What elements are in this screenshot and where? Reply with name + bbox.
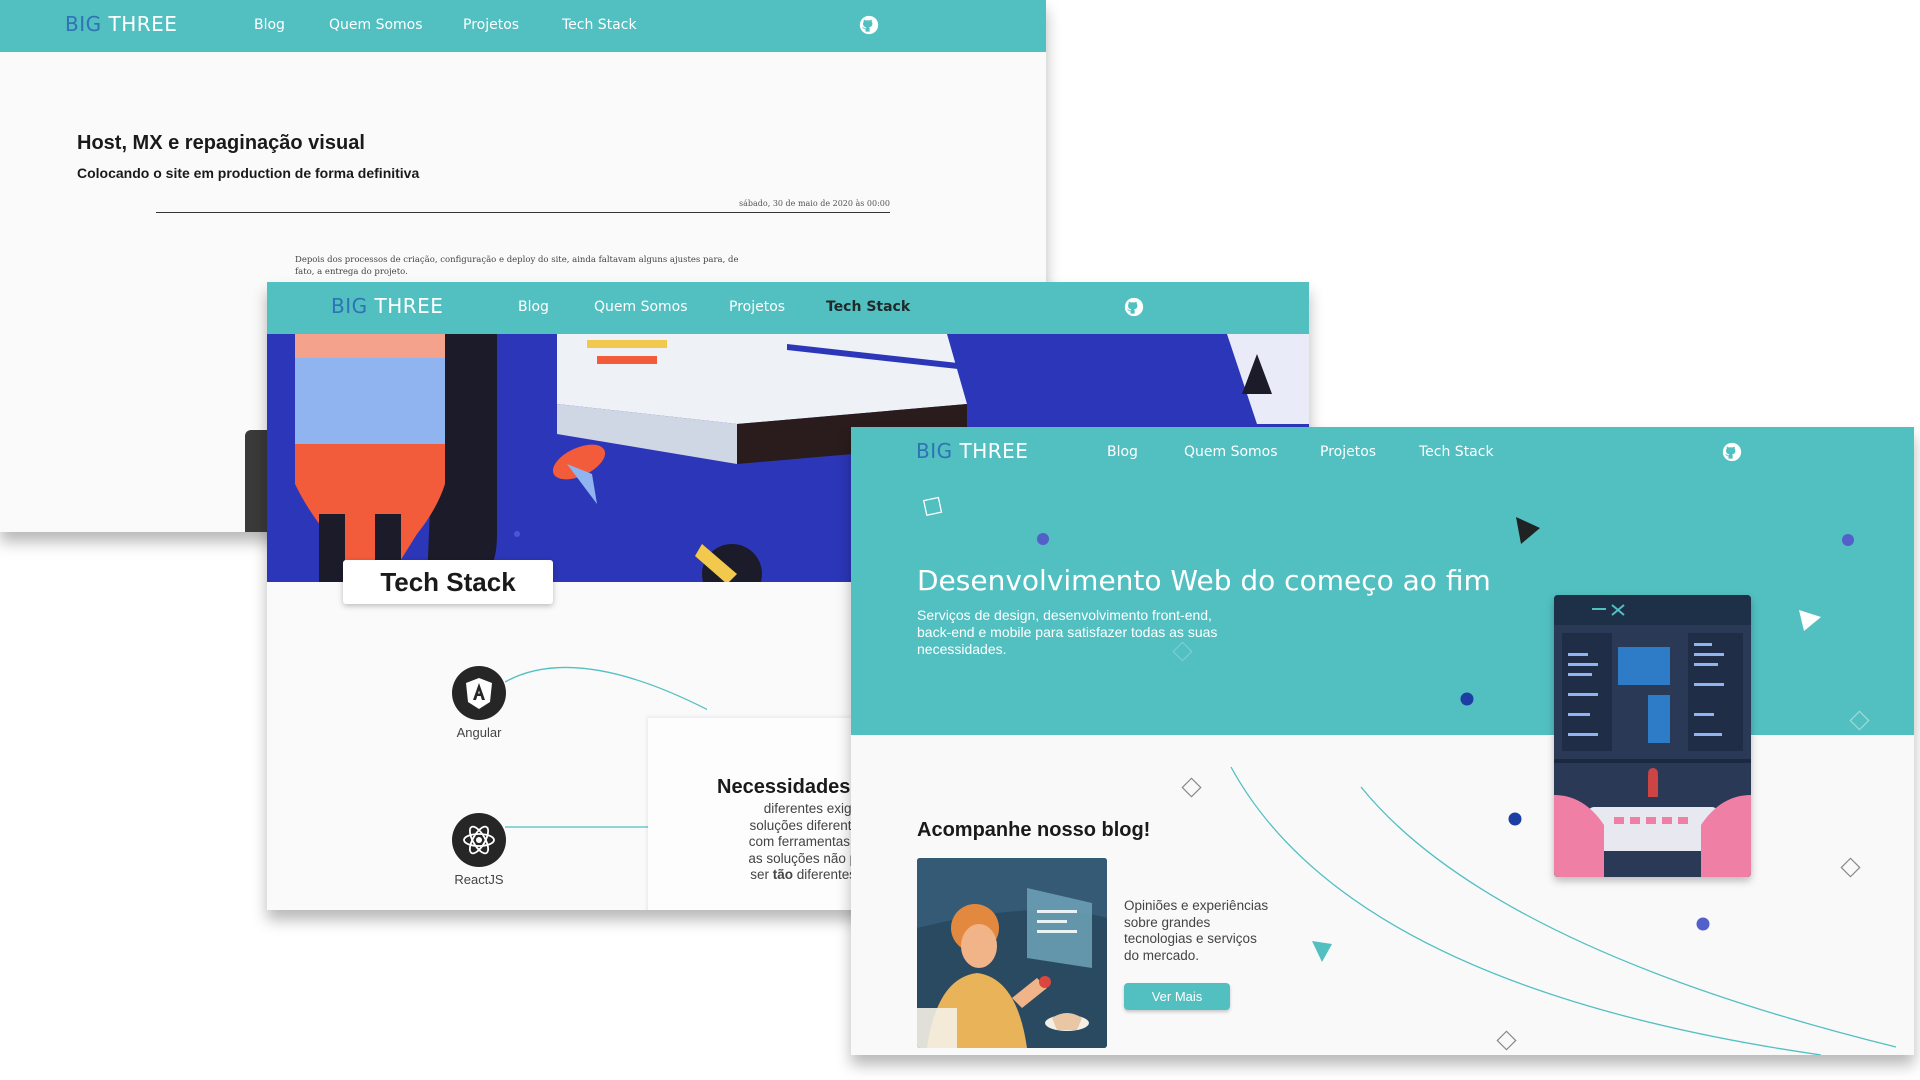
logo-big: BIG <box>331 294 368 318</box>
home-window: BIG THREE Blog Quem Somos Projetos Tech … <box>851 427 1914 1055</box>
nav-tech-stack[interactable]: Tech Stack <box>562 17 637 33</box>
nav-about[interactable]: Quem Somos <box>594 299 688 315</box>
divider <box>156 212 890 213</box>
logo[interactable]: BIG THREE <box>65 12 177 36</box>
react-icon <box>452 813 506 867</box>
post-subtitle: Colocando o site em production de forma … <box>77 165 420 181</box>
post-title: Host, MX e repaginação visual <box>77 132 365 154</box>
logo-three: THREE <box>108 12 178 36</box>
nav-blog[interactable]: Blog <box>518 299 549 315</box>
tech-stack-label: Tech Stack <box>343 560 553 604</box>
tech-label-angular: Angular <box>456 725 502 740</box>
navbar: BIG THREE Blog Quem Somos Projetos Tech … <box>0 0 1046 52</box>
blog-illustration[interactable] <box>917 858 1107 1048</box>
hero-headline: Desenvolvimento Web do começo ao fim <box>917 564 1491 597</box>
nav-blog[interactable]: Blog <box>254 17 285 33</box>
post-body: Depois dos processos de criação, configu… <box>295 255 739 277</box>
github-icon[interactable] <box>1123 296 1145 318</box>
card-text-bold: tão <box>772 867 793 882</box>
post-date: sábado, 30 de maio de 2020 às 00:00 <box>739 199 890 208</box>
nav-about[interactable]: Quem Somos <box>329 17 423 33</box>
device-illustration <box>1554 595 1751 877</box>
hero-subheadline: Serviços de design, desenvolvimento fron… <box>917 607 1218 657</box>
tech-label-react: ReactJS <box>454 872 504 887</box>
see-more-button[interactable]: Ver Mais <box>1124 983 1230 1010</box>
card-title: Necessidades <box>717 776 851 798</box>
card-text-fragment: ser <box>750 867 773 882</box>
navbar: BIG THREE Blog Quem Somos Projetos Tech … <box>267 282 1309 334</box>
nav-projects[interactable]: Projetos <box>463 17 519 33</box>
github-icon[interactable] <box>858 14 880 36</box>
logo-big: BIG <box>65 12 102 36</box>
blog-description: Opiniões e experiências sobre grandes te… <box>1124 898 1269 963</box>
logo[interactable]: BIG THREE <box>331 294 443 318</box>
nav-tech-stack[interactable]: Tech Stack <box>826 299 910 315</box>
angular-icon <box>452 666 506 720</box>
logo-three: THREE <box>374 294 444 318</box>
blog-section-heading: Acompanhe nosso blog! <box>917 819 1151 841</box>
nav-projects[interactable]: Projetos <box>729 299 785 315</box>
